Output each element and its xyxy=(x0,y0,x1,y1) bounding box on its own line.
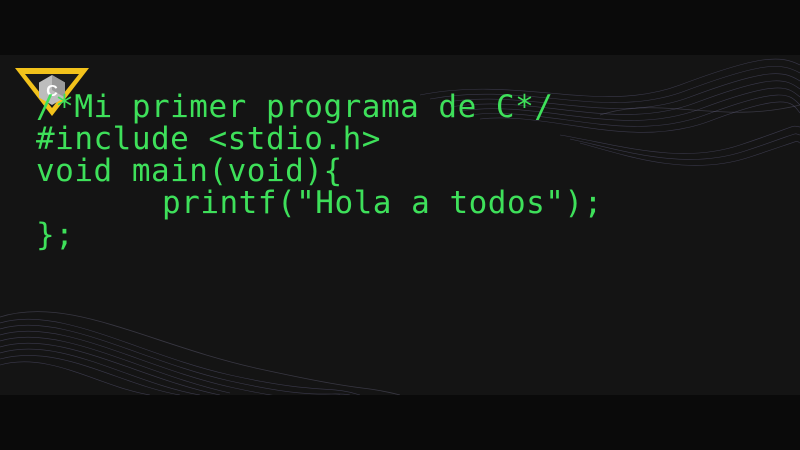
code-line-printf: printf("Hola a todos"); xyxy=(36,187,603,219)
code-block: /*Mi primer programa de C*/#include <std… xyxy=(36,91,603,251)
code-line-include: #include <stdio.h> xyxy=(36,123,603,155)
code-line-main: void main(void){ xyxy=(36,155,603,187)
code-text: }; xyxy=(36,217,75,253)
code-text: void main(void){ xyxy=(36,153,343,189)
code-text: printf("Hola a todos"); xyxy=(162,185,603,221)
code-text: #include <stdio.h> xyxy=(36,121,381,157)
code-line-close: }; xyxy=(36,219,603,251)
code-text: /*Mi primer programa de C*/ xyxy=(36,89,554,125)
code-line-comment: /*Mi primer programa de C*/ xyxy=(36,91,603,123)
slide-frame: C /*Mi primer programa de C*/#include <s… xyxy=(0,0,800,450)
